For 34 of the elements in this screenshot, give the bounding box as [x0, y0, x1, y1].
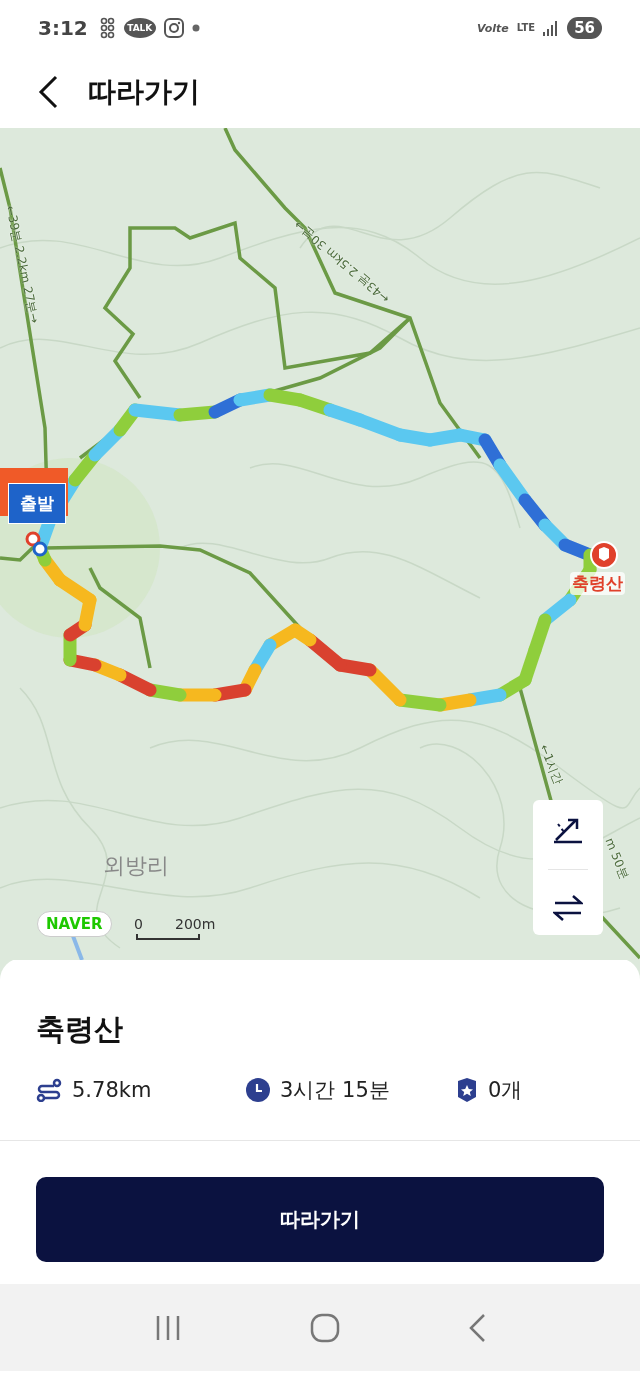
- stat-value: 3시간 15분: [280, 1077, 390, 1104]
- volte-indicator: Volte: [477, 21, 509, 35]
- signal-icon: [543, 20, 560, 36]
- follow-button[interactable]: 따라가기: [36, 1177, 604, 1262]
- battery-level: 56: [567, 17, 602, 39]
- start-marker-label[interactable]: 출발: [8, 483, 66, 524]
- chat-bubble-icon: TALK: [123, 18, 156, 38]
- back-icon[interactable]: [38, 75, 58, 109]
- clock-icon: [246, 1078, 270, 1102]
- shield-star-icon: [456, 1077, 478, 1103]
- swap-arrows-icon: [553, 894, 583, 921]
- network-indicator: LTE: [516, 23, 536, 33]
- trail-time-label: ←39분 2.2km 27분→: [2, 204, 43, 325]
- route-icon: [36, 1078, 62, 1102]
- recent-apps-icon[interactable]: [154, 1314, 182, 1341]
- summit-label: 축령산: [570, 572, 625, 595]
- scale-distance: 200m: [175, 916, 216, 932]
- start-pin-icon: [25, 531, 48, 557]
- trail-time-label: m 50분: [601, 835, 633, 882]
- map-logo: NAVER: [37, 911, 112, 937]
- home-icon[interactable]: [310, 1312, 340, 1343]
- page-title: 따라가기: [88, 74, 200, 110]
- back-nav-icon[interactable]: [468, 1312, 486, 1343]
- course-name: 축령산: [36, 1011, 124, 1048]
- dot-icon: [191, 24, 200, 32]
- place-name: 외방리: [103, 852, 169, 880]
- status-time: 3:12: [38, 16, 88, 40]
- stat-value: 5.78km: [72, 1078, 152, 1102]
- stat-value: 0개: [488, 1077, 523, 1104]
- scale-zero: 0: [134, 916, 143, 932]
- camera-icon: [163, 18, 184, 38]
- dots-app-icon: [99, 17, 116, 39]
- summit-pin-icon: [590, 541, 618, 569]
- scale-bar: [136, 934, 200, 940]
